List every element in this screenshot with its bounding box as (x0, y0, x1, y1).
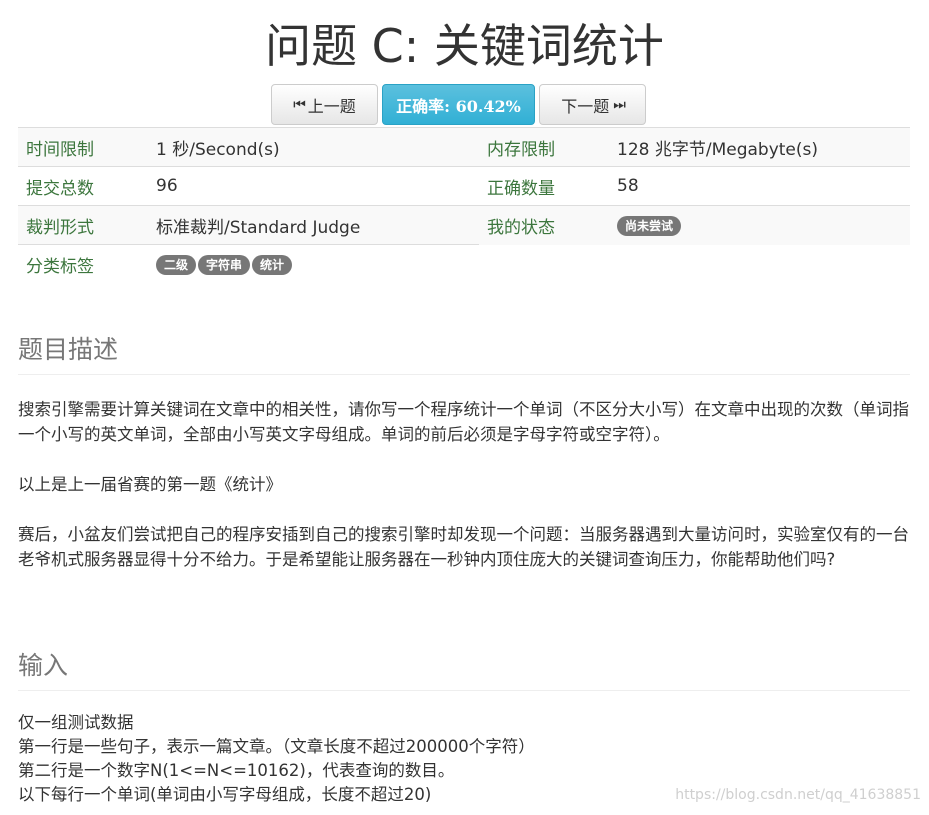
prev-problem-label: 上一题 (307, 96, 356, 116)
tag-badge[interactable]: 统计 (252, 254, 293, 275)
time-limit-value: 1 秒/Second(s) (148, 127, 479, 167)
input-heading: 输入 (18, 646, 910, 691)
my-status-key: 我的状态 (479, 205, 609, 245)
memory-limit-key: 内存限制 (479, 127, 609, 167)
table-row: 提交总数 96 正确数量 58 (18, 166, 910, 206)
problem-info-table: 时间限制 1 秒/Second(s) 内存限制 128 兆字节/Megabyte… (18, 127, 910, 283)
memory-limit-value: 128 兆字节/Megabyte(s) (609, 127, 910, 167)
time-limit-key: 时间限制 (18, 127, 148, 167)
my-status-value: 尚未尝试 (609, 205, 910, 245)
tag-badge[interactable]: 二级 (156, 254, 197, 275)
tags-key: 分类标签 (18, 244, 148, 283)
accuracy-button[interactable]: 正确率: 60.42% (382, 84, 535, 125)
description-paragraph-3: 赛后，小盆友们尝试把自己的程序安插到自己的搜索引擎时却发现一个问题：当服务器遇到… (18, 525, 909, 569)
tags-value: 二级 字符串 统计 (148, 244, 479, 283)
watermark: https://blog.csdn.net/qq_41638851 (675, 787, 921, 803)
description-paragraph-1: 搜索引擎需要计算关键词在文章中的相关性，请你写一个程序统计一个单词（不区分大小写… (18, 400, 909, 444)
judge-type-value: 标准裁判/Standard Judge (148, 205, 479, 245)
skip-back-icon: ⏮ (293, 96, 306, 113)
skip-forward-icon: ⏭ (613, 96, 626, 113)
next-problem-label: 下一题 (561, 96, 610, 116)
next-problem-button[interactable]: 下一题 ⏭ (539, 84, 646, 125)
prev-problem-button[interactable]: ⏮ 上一题 (271, 84, 378, 125)
table-row: 裁判形式 标准裁判/Standard Judge 我的状态 尚未尝试 (18, 205, 910, 245)
tag-badge[interactable]: 字符串 (198, 254, 251, 275)
empty-cell (479, 244, 910, 283)
accepted-count-value: 58 (609, 166, 910, 206)
accuracy-label: 正确率: 60.42% (396, 96, 521, 116)
status-badge: 尚未尝试 (617, 215, 682, 236)
table-row: 分类标签 二级 字符串 统计 (18, 244, 910, 283)
table-row: 时间限制 1 秒/Second(s) 内存限制 128 兆字节/Megabyte… (18, 127, 910, 167)
input-line: 第二行是一个数字N(1<=N<=10162)，代表查询的数目。 (18, 761, 455, 780)
input-line: 第一行是一些句子，表示一篇文章。（文章长度不超过200000个字符） (18, 737, 535, 756)
accepted-count-key: 正确数量 (479, 166, 609, 206)
input-line: 仅一组测试数据 (18, 713, 134, 732)
description-paragraph-2: 以上是上一届省赛的第一题《统计》 (18, 475, 282, 494)
description-heading: 题目描述 (18, 330, 910, 375)
submit-count-value: 96 (148, 166, 479, 206)
submit-count-key: 提交总数 (18, 166, 148, 206)
judge-type-key: 裁判形式 (18, 205, 148, 245)
page-title: 问题 C: 关键词统计 (265, 19, 664, 73)
